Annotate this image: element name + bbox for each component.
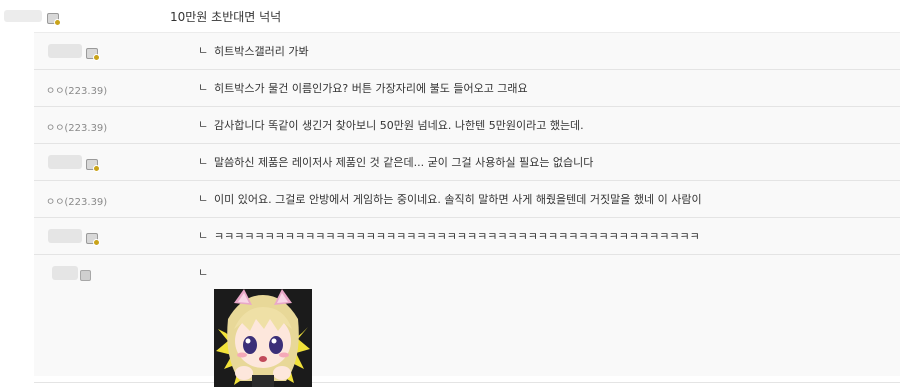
reply-text: 히트박스가 물건 이름인가요? 버튼 가장자리에 불도 들어오고 그래요 bbox=[214, 82, 528, 95]
author-nickname[interactable] bbox=[48, 44, 82, 58]
member-level-icon bbox=[86, 229, 100, 248]
reply-arrow-icon: ㄴ bbox=[198, 44, 209, 57]
member-level-icon bbox=[47, 9, 61, 28]
reply-item: ㅇㅇ(223.39) ㄴ 감사합니다 똑같이 생긴거 찾아보니 50만원 넘네요… bbox=[34, 107, 900, 144]
author-nickname[interactable] bbox=[48, 229, 82, 243]
reply-arrow-icon: ㄴ bbox=[198, 229, 209, 242]
reply-arrow-icon: ㄴ bbox=[198, 266, 209, 279]
author-ip: ㅇㅇ(223.39) bbox=[46, 197, 108, 208]
reply-item: ㄴ ㅋㅋㅋㅋㅋㅋㅋㅋㅋㅋㅋㅋㅋㅋㅋㅋㅋㅋㅋㅋㅋㅋㅋㅋㅋㅋㅋㅋㅋㅋㅋㅋㅋㅋㅋㅋㅋㅋ… bbox=[34, 218, 900, 255]
reply-text: ㅋㅋㅋㅋㅋㅋㅋㅋㅋㅋㅋㅋㅋㅋㅋㅋㅋㅋㅋㅋㅋㅋㅋㅋㅋㅋㅋㅋㅋㅋㅋㅋㅋㅋㅋㅋㅋㅋㅋㅋ… bbox=[214, 230, 700, 243]
member-level-icon bbox=[80, 266, 91, 285]
parent-comment: 10만원 초반대면 넉넉 bbox=[0, 0, 900, 32]
reply-arrow-icon: ㄴ bbox=[198, 81, 209, 94]
anime-girl-sticker bbox=[214, 289, 312, 387]
reply-item: ㄴ 히트박스갤러리 가봐 bbox=[34, 33, 900, 70]
reply-arrow-icon: ㄴ bbox=[198, 192, 209, 205]
reply-text: 히트박스갤러리 가봐 bbox=[214, 45, 309, 58]
reply-item: ㅇㅇ(223.39) ㄴ 히트박스가 물건 이름인가요? 버튼 가장자리에 불도… bbox=[34, 70, 900, 107]
reply-text: 감사합니다 똑같이 생긴거 찾아보니 50만원 넘네요. 나한텐 5만원이라고 … bbox=[214, 119, 584, 132]
reply-arrow-icon: ㄴ bbox=[198, 155, 209, 168]
author-nickname[interactable] bbox=[4, 10, 42, 22]
reply-item: ㄴ bbox=[34, 255, 900, 387]
reply-arrow-icon: ㄴ bbox=[198, 118, 209, 131]
reply-item: ㅇㅇ(223.39) ㄴ 이미 있어요. 그걸로 안방에서 게임하는 중이네요.… bbox=[34, 181, 900, 218]
comment-text: 10만원 초반대면 넉넉 bbox=[170, 10, 282, 24]
reply-text: 말씀하신 제품은 레이저사 제품인 것 같은데... 굳이 그걸 사용하실 필요… bbox=[214, 156, 594, 169]
author-ip: ㅇㅇ(223.39) bbox=[46, 123, 108, 134]
reply-list: ㄴ 히트박스갤러리 가봐 ㅇㅇ(223.39) ㄴ 히트박스가 물건 이름인가요… bbox=[34, 32, 900, 387]
comment-thread: 10만원 초반대면 넉넉 ㄴ 히트박스갤러리 가봐 ㅇㅇ(223.39) ㄴ 히… bbox=[0, 0, 900, 387]
reply-text: 이미 있어요. 그걸로 안방에서 게임하는 중이네요. 솔직히 말하면 사게 해… bbox=[214, 193, 702, 206]
author-nickname[interactable] bbox=[48, 155, 82, 169]
member-level-icon bbox=[86, 44, 100, 63]
reply-item: ㄴ 말씀하신 제품은 레이저사 제품인 것 같은데... 굳이 그걸 사용하실 … bbox=[34, 144, 900, 181]
author-nickname[interactable] bbox=[52, 266, 78, 280]
author-ip: ㅇㅇ(223.39) bbox=[46, 86, 108, 97]
member-level-icon bbox=[86, 155, 100, 174]
